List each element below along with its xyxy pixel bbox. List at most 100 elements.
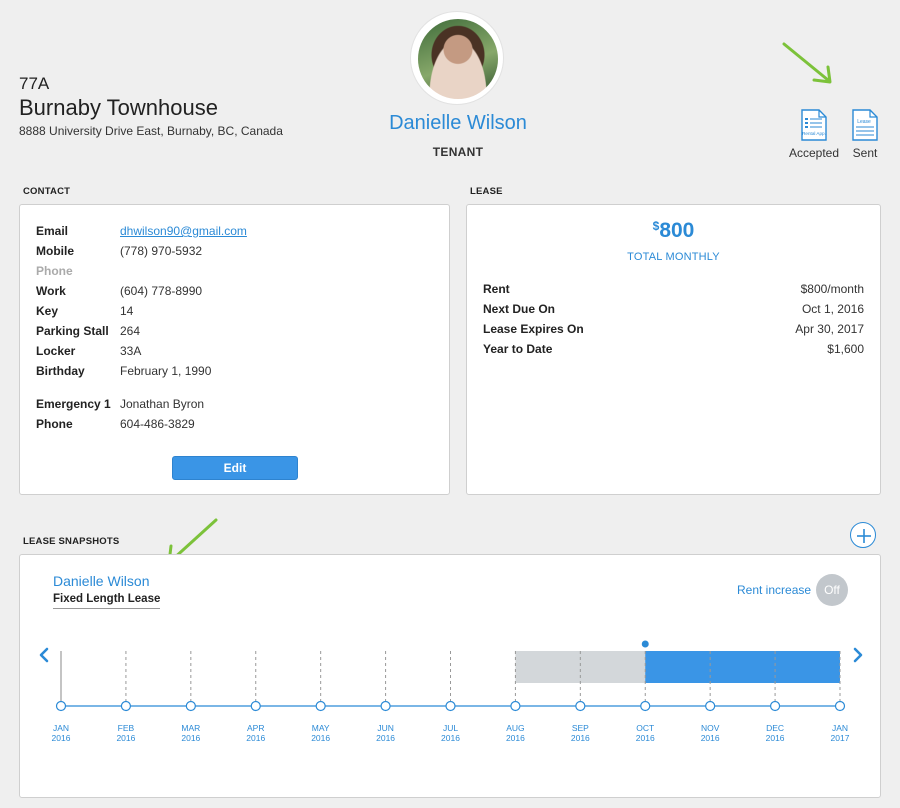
contact-value: 604-486-3829 <box>120 417 195 431</box>
year-label: 2016 <box>506 733 525 743</box>
year-label: 2017 <box>831 733 850 743</box>
arrow-icon-top <box>782 42 832 84</box>
lease-status-label: Sent <box>852 146 878 160</box>
past-lease-segment <box>515 651 646 683</box>
future-lease-segment <box>645 651 840 683</box>
plus-icon <box>857 529 871 543</box>
year-label: 2016 <box>52 733 71 743</box>
property-address: 8888 University Drive East, Burnaby, BC,… <box>19 124 283 138</box>
lease-key: Lease Expires On <box>483 322 584 336</box>
year-label: 2016 <box>571 733 590 743</box>
property-name: Burnaby Townhouse <box>19 95 218 120</box>
contact-key: Work <box>36 284 66 298</box>
lease-value: Apr 30, 2017 <box>795 322 864 336</box>
contact-value: (604) 778-8990 <box>120 284 203 298</box>
lease-key: Next Due On <box>483 302 556 316</box>
month-node <box>640 700 651 712</box>
contact-key: Key <box>36 304 59 318</box>
contact-key: Locker <box>36 344 76 358</box>
contact-key: Emergency 1 <box>36 397 111 411</box>
lease-key: Year to Date <box>483 342 553 356</box>
lease-section-label: LEASE <box>470 186 503 197</box>
month-node <box>834 700 846 712</box>
month-node <box>250 700 261 712</box>
month-node <box>445 700 456 712</box>
month-node <box>185 700 196 712</box>
total-monthly-label: TOTAL MONTHLY <box>627 251 720 263</box>
month-node <box>769 700 781 712</box>
month-label: NOV <box>701 723 720 733</box>
month-node <box>120 700 132 712</box>
today-marker <box>641 640 649 648</box>
month-label: MAR <box>181 723 200 733</box>
year-label: 2016 <box>311 733 330 743</box>
contact-value: 14 <box>120 304 134 318</box>
lease-timeline: JAN2016FEB2016MAR2016APR2016MAY2016JUN20… <box>39 640 863 743</box>
monthly-total-amount: $800 <box>467 219 880 243</box>
month-label: SEP <box>572 723 589 733</box>
contact-section-label: CONTACT <box>23 186 71 197</box>
contact-value: 33A <box>120 344 142 358</box>
snapshot-card: Danielle Wilson Fixed Length Lease Rent … <box>19 554 881 798</box>
year-label: 2016 <box>376 733 395 743</box>
avatar-photo <box>418 19 498 99</box>
email-link[interactable]: dhwilson90@gmail.com <box>120 224 247 238</box>
lease-key: Rent <box>483 282 510 296</box>
lease-doc-icon: Lease <box>852 109 878 141</box>
contact-key: Phone <box>36 417 73 431</box>
month-node <box>55 700 67 712</box>
contact-card: Email dhwilson90@gmail.com Mobile (778) … <box>19 204 450 495</box>
month-node <box>315 700 326 712</box>
lease-value: $800/month <box>800 282 864 296</box>
contact-value: 264 <box>120 324 141 338</box>
contact-key: Mobile <box>36 244 74 258</box>
year-label: 2016 <box>701 733 720 743</box>
contact-key: Birthday <box>36 364 85 378</box>
add-snapshot-button[interactable] <box>850 522 876 548</box>
month-label: APR <box>247 723 264 733</box>
year-label: 2016 <box>636 733 655 743</box>
tenant-role: TENANT <box>432 145 484 159</box>
month-label: JAN <box>832 723 848 733</box>
tenant-name: Danielle Wilson <box>389 112 527 134</box>
lease-status[interactable]: Lease Sent <box>848 109 882 160</box>
rental-app-status-label: Accepted <box>788 146 840 160</box>
year-label: 2016 <box>181 733 200 743</box>
month-label: FEB <box>118 723 135 733</box>
month-label: JUL <box>443 723 458 733</box>
month-label: AUG <box>506 723 524 733</box>
amount-value: 800 <box>659 219 695 242</box>
year-label: 2016 <box>116 733 135 743</box>
month-node <box>380 700 391 712</box>
year-label: 2016 <box>441 733 460 743</box>
month-node <box>510 700 521 712</box>
contact-value: Jonathan Byron <box>120 397 205 411</box>
month-node <box>575 700 586 712</box>
chevron-right-icon[interactable] <box>853 647 863 663</box>
lease-value: Oct 1, 2016 <box>801 302 864 316</box>
contact-value: (778) 970-5932 <box>120 244 203 258</box>
month-label: DEC <box>766 723 784 733</box>
month-label: MAY <box>312 723 330 733</box>
contact-key: Parking Stall <box>36 324 109 338</box>
unit-number: 77A <box>19 74 50 93</box>
month-node <box>705 700 716 712</box>
contact-value: February 1, 1990 <box>120 364 212 378</box>
month-label: OCT <box>636 723 654 733</box>
lease-card: $800 TOTAL MONTHLY Rent $800/month Next … <box>466 204 881 495</box>
rental-app-icon-text: Rental App. <box>802 131 826 136</box>
snapshots-section-label: LEASE SNAPSHOTS <box>23 536 120 547</box>
edit-button[interactable]: Edit <box>172 456 298 480</box>
year-label: 2016 <box>766 733 785 743</box>
chevron-left-icon[interactable] <box>39 647 49 663</box>
rental-app-status[interactable]: Rental App. Accepted <box>786 109 842 160</box>
lease-value: $1,600 <box>827 342 864 356</box>
year-label: 2016 <box>246 733 265 743</box>
month-label: JUN <box>377 723 394 733</box>
lease-doc-icon-text: Lease <box>857 119 871 125</box>
month-label: JAN <box>53 723 69 733</box>
contact-key: Email <box>36 224 69 238</box>
contact-key: Phone <box>36 264 73 278</box>
rental-app-icon: Rental App. <box>801 109 827 141</box>
tenant-avatar[interactable] <box>410 11 504 105</box>
